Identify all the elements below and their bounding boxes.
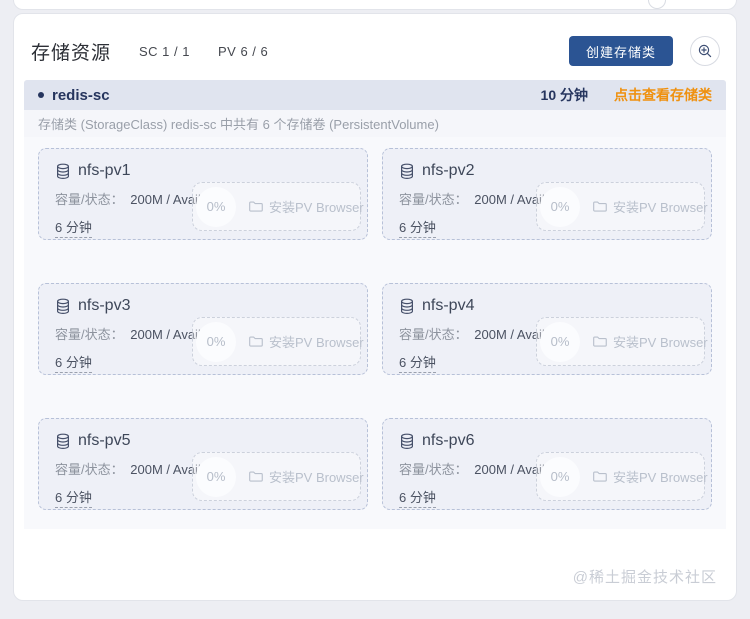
pv-card: nfs-pv2 容量/状态： 200M / Available 6 分钟 0% … — [382, 148, 712, 240]
pv-capacity-label: 容量/状态： — [55, 327, 124, 342]
database-icon — [399, 433, 415, 450]
progress-circle: 0% — [196, 457, 236, 497]
storageclass-summary: 存储类 (StorageClass) redis-sc 中共有 6 个存储卷 (… — [24, 110, 726, 137]
install-pv-browser-button[interactable]: 0% 安装PV Browser — [536, 452, 705, 501]
pv-name: nfs-pv2 — [422, 162, 474, 180]
pv-name-row: nfs-pv5 — [55, 432, 353, 450]
pv-grid: nfs-pv1 容量/状态： 200M / Available 6 分钟 0% … — [24, 137, 726, 529]
database-icon — [55, 433, 71, 450]
pv-card: nfs-pv1 容量/状态： 200M / Available 6 分钟 0% … — [38, 148, 368, 240]
install-pv-browser-label: 安装PV Browser — [613, 197, 708, 216]
pv-name: nfs-pv6 — [422, 432, 474, 450]
watermark: @稀土掘金技术社区 — [573, 566, 717, 587]
pv-capacity-label: 容量/状态： — [399, 192, 468, 207]
progress-circle: 0% — [540, 187, 580, 227]
pv-name-row: nfs-pv2 — [399, 162, 697, 180]
install-pv-browser-label: 安装PV Browser — [269, 467, 364, 486]
install-pv-browser-label: 安装PV Browser — [613, 332, 708, 351]
install-pv-browser-button[interactable]: 0% 安装PV Browser — [536, 182, 705, 231]
folder-icon — [248, 199, 263, 214]
install-pv-browser-label: 安装PV Browser — [613, 467, 708, 486]
pv-card: nfs-pv6 容量/状态： 200M / Available 6 分钟 0% … — [382, 418, 712, 510]
view-storageclass-link[interactable]: 点击查看存储类 — [614, 85, 712, 105]
sc-count-label: SC 1 / 1 — [139, 44, 190, 59]
pv-name: nfs-pv3 — [78, 297, 130, 315]
page-title: 存储资源 — [31, 38, 111, 65]
folder-icon — [592, 334, 607, 349]
database-icon — [55, 298, 71, 315]
folder-icon — [592, 199, 607, 214]
pv-age[interactable]: 6 分钟 — [399, 490, 436, 508]
panel-header: 存储资源 SC 1 / 1 PV 6 / 6 创建存储类 — [14, 14, 736, 66]
zoom-in-button[interactable] — [690, 36, 720, 66]
pv-name: nfs-pv1 — [78, 162, 130, 180]
folder-icon — [248, 469, 263, 484]
install-pv-browser-label: 安装PV Browser — [269, 197, 364, 216]
header-actions: 创建存储类 — [569, 36, 720, 66]
zoom-in-icon — [697, 43, 713, 59]
pv-age[interactable]: 6 分钟 — [55, 220, 92, 238]
storage-resources-panel: 存储资源 SC 1 / 1 PV 6 / 6 创建存储类 redis — [13, 13, 737, 601]
bullet-dot-icon — [38, 92, 44, 98]
pv-card: nfs-pv4 容量/状态： 200M / Available 6 分钟 0% … — [382, 283, 712, 375]
create-storageclass-button[interactable]: 创建存储类 — [569, 36, 673, 66]
pv-name-row: nfs-pv6 — [399, 432, 697, 450]
pv-name-row: nfs-pv4 — [399, 297, 697, 315]
storageclass-section: redis-sc 10 分钟 点击查看存储类 存储类 (StorageClass… — [24, 80, 726, 529]
pv-name: nfs-pv4 — [422, 297, 474, 315]
storageclass-title: redis-sc — [38, 87, 110, 104]
pv-name-row: nfs-pv1 — [55, 162, 353, 180]
pv-card: nfs-pv5 容量/状态： 200M / Available 6 分钟 0% … — [38, 418, 368, 510]
progress-circle: 0% — [196, 187, 236, 227]
storageclass-meta: 10 分钟 点击查看存储类 — [541, 85, 712, 105]
progress-circle: 0% — [196, 322, 236, 362]
pv-card: nfs-pv3 容量/状态： 200M / Available 6 分钟 0% … — [38, 283, 368, 375]
install-pv-browser-button[interactable]: 0% 安装PV Browser — [192, 452, 361, 501]
pv-capacity-label: 容量/状态： — [399, 462, 468, 477]
database-icon — [399, 298, 415, 315]
storageclass-header-bar: redis-sc 10 分钟 点击查看存储类 — [24, 80, 726, 110]
install-pv-browser-button[interactable]: 0% 安装PV Browser — [192, 182, 361, 231]
pv-capacity-label: 容量/状态： — [55, 192, 124, 207]
progress-circle: 0% — [540, 457, 580, 497]
folder-icon — [592, 469, 607, 484]
install-pv-browser-button[interactable]: 0% 安装PV Browser — [536, 317, 705, 366]
pv-age[interactable]: 6 分钟 — [55, 490, 92, 508]
install-pv-browser-label: 安装PV Browser — [269, 332, 364, 351]
progress-circle: 0% — [540, 322, 580, 362]
pv-name-row: nfs-pv3 — [55, 297, 353, 315]
pv-count-label: PV 6 / 6 — [218, 44, 268, 59]
database-icon — [399, 163, 415, 180]
pv-capacity-label: 容量/状态： — [399, 327, 468, 342]
pv-age[interactable]: 6 分钟 — [399, 355, 436, 373]
pv-age[interactable]: 6 分钟 — [399, 220, 436, 238]
pv-capacity-label: 容量/状态： — [55, 462, 124, 477]
storageclass-age: 10 分钟 — [541, 85, 588, 105]
folder-icon — [248, 334, 263, 349]
pv-age[interactable]: 6 分钟 — [55, 355, 92, 373]
pv-name: nfs-pv5 — [78, 432, 130, 450]
previous-panel-remnant — [13, 0, 737, 10]
database-icon — [55, 163, 71, 180]
install-pv-browser-button[interactable]: 0% 安装PV Browser — [192, 317, 361, 366]
storageclass-name: redis-sc — [52, 87, 110, 104]
